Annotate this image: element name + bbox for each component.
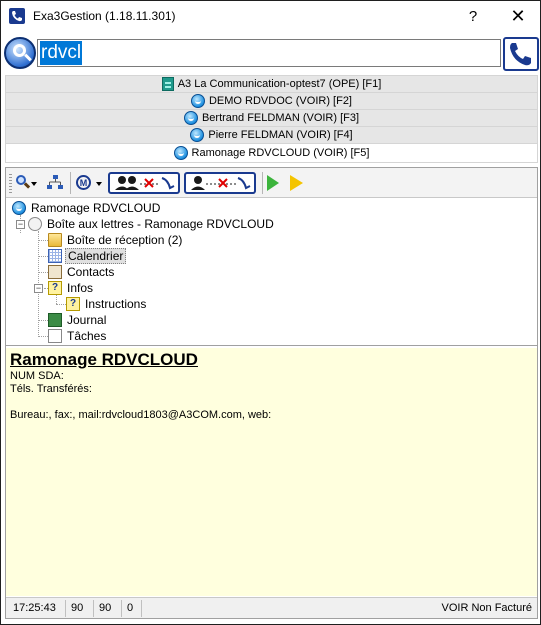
tab-f4[interactable]: Pierre FELDMAN (VOIR) [F4]	[5, 126, 538, 143]
play-yellow-icon[interactable]	[290, 175, 303, 191]
tree-node-mailbox-label: Boîte aux lettres - Ramonage RDVCLOUD	[47, 217, 274, 231]
num-sda-label: NUM SDA:	[10, 370, 64, 382]
tree-node-journal-label: Journal	[67, 313, 107, 327]
chevron-down-icon	[96, 182, 102, 186]
contact-bubble-icon	[12, 201, 26, 215]
status-bar: 17:25:43 90 90 0 VOIR Non Facturé	[6, 597, 537, 618]
tree-node-tasks-label: Tâches	[67, 329, 107, 343]
tree-node-infos-label: Infos	[67, 281, 94, 295]
tree-node-contacts-label: Contacts	[67, 265, 115, 279]
collapse-toggle[interactable]: −	[34, 284, 43, 293]
tab-f2[interactable]: DEMO RDVDOC (VOIR) [F2]	[5, 92, 538, 109]
transfer-single-button[interactable]	[184, 172, 256, 194]
toolbar: M	[6, 168, 537, 198]
toolbar-separator	[70, 172, 71, 194]
tab-f5-label: Ramonage RDVCLOUD (VOIR) [F5]	[191, 147, 370, 159]
tree-line	[56, 295, 57, 304]
tree-node-instructions-label: Instructions	[85, 297, 147, 311]
tab-f4-label: Pierre FELDMAN (VOIR) [F4]	[208, 129, 353, 141]
search-input[interactable]: rdvcl	[37, 39, 501, 67]
mailbox-icon	[28, 217, 42, 231]
contact-details: Ramonage RDVCLOUD NUM SDA: Téls. Transfé…	[6, 348, 537, 596]
contact-tabs: A3 La Communication-optest7 (OPE) [F1] D…	[5, 75, 538, 163]
group-transfer-icon	[115, 176, 175, 190]
title-bar: Exa3Gestion (1.18.11.301) ? ✕	[1, 1, 540, 32]
info-note-icon: ?	[66, 297, 80, 311]
contact-bubble-icon	[190, 128, 205, 143]
building-icon	[161, 77, 174, 92]
tab-f5[interactable]: Ramonage RDVCLOUD (VOIR) [F5]	[5, 143, 538, 163]
window-title: Exa3Gestion (1.18.11.301)	[33, 9, 176, 23]
collapse-toggle[interactable]: −	[16, 220, 25, 229]
contact-bubble-icon	[190, 94, 205, 109]
tree-node-calendar-label: Calendrier	[65, 248, 127, 264]
close-button[interactable]: ✕	[496, 1, 540, 32]
contact-bubble-icon	[173, 146, 188, 161]
tree-line	[38, 272, 48, 273]
search-input-value: rdvcl	[40, 41, 83, 65]
phone-app-icon	[9, 8, 25, 24]
contact-card-icon	[48, 265, 62, 279]
play-green-icon[interactable]	[267, 175, 279, 191]
contact-bubble-icon	[183, 111, 198, 126]
chevron-down-icon	[31, 182, 37, 186]
tree-line	[56, 304, 66, 305]
folder-icon	[48, 233, 62, 247]
tree-line	[38, 240, 48, 241]
tree-node-inbox-label: Boîte de réception (2)	[67, 233, 183, 247]
messaging-dropdown-button[interactable]: M	[76, 172, 104, 194]
tab-f2-label: DEMO RDVDOC (VOIR) [F2]	[208, 95, 352, 107]
help-button[interactable]: ?	[451, 1, 495, 32]
tab-f1[interactable]: A3 La Communication-optest7 (OPE) [F1]	[5, 75, 538, 92]
journal-icon	[48, 313, 62, 327]
contact-panel: M Ramonage RDVCLOUD − Boîte aux lettres …	[5, 167, 538, 619]
calendar-icon	[48, 249, 62, 263]
transferred-phones-label: Téls. Transférés:	[10, 383, 92, 395]
status-mode: VOIR Non Facturé	[441, 602, 532, 614]
tree-node-root-label: Ramonage RDVCLOUD	[31, 201, 161, 215]
tab-f3-label: Bertrand FELDMAN (VOIR) [F3]	[201, 112, 360, 124]
toolbar-separator	[262, 172, 263, 194]
tab-f1-label: A3 La Communication-optest7 (OPE) [F1]	[177, 78, 382, 90]
transfer-group-button[interactable]	[108, 172, 180, 194]
contact-info-line: Bureau:, fax:, mail:rdvcloud1803@A3COM.c…	[10, 409, 272, 421]
tab-f3[interactable]: Bertrand FELDMAN (VOIR) [F3]	[5, 109, 538, 126]
toolbar-grip-icon[interactable]	[9, 173, 12, 193]
tree-view-button[interactable]	[46, 172, 64, 194]
call-button[interactable]	[503, 37, 539, 71]
tree-line	[38, 336, 48, 337]
search-row: rdvcl	[1, 36, 540, 72]
status-count-b: 90	[94, 600, 122, 617]
m-circle-icon: M	[76, 175, 91, 190]
status-count-c: 0	[122, 600, 142, 617]
phone-icon	[510, 43, 531, 66]
contact-name-title: Ramonage RDVCLOUD	[10, 350, 198, 369]
task-checklist-icon	[48, 329, 62, 343]
hierarchy-icon	[47, 175, 63, 189]
search-icon[interactable]	[4, 37, 36, 69]
tree-line	[38, 320, 48, 321]
info-folder-icon: ?	[48, 281, 62, 295]
status-count-a: 90	[66, 600, 94, 617]
folder-tree: Ramonage RDVCLOUD − Boîte aux lettres - …	[6, 199, 537, 346]
app-window: Exa3Gestion (1.18.11.301) ? ✕ rdvcl A3 L…	[0, 0, 541, 625]
single-transfer-icon	[191, 176, 251, 190]
tree-line	[38, 256, 48, 257]
status-time: 17:25:43	[8, 600, 66, 617]
find-dropdown-button[interactable]	[16, 172, 38, 194]
